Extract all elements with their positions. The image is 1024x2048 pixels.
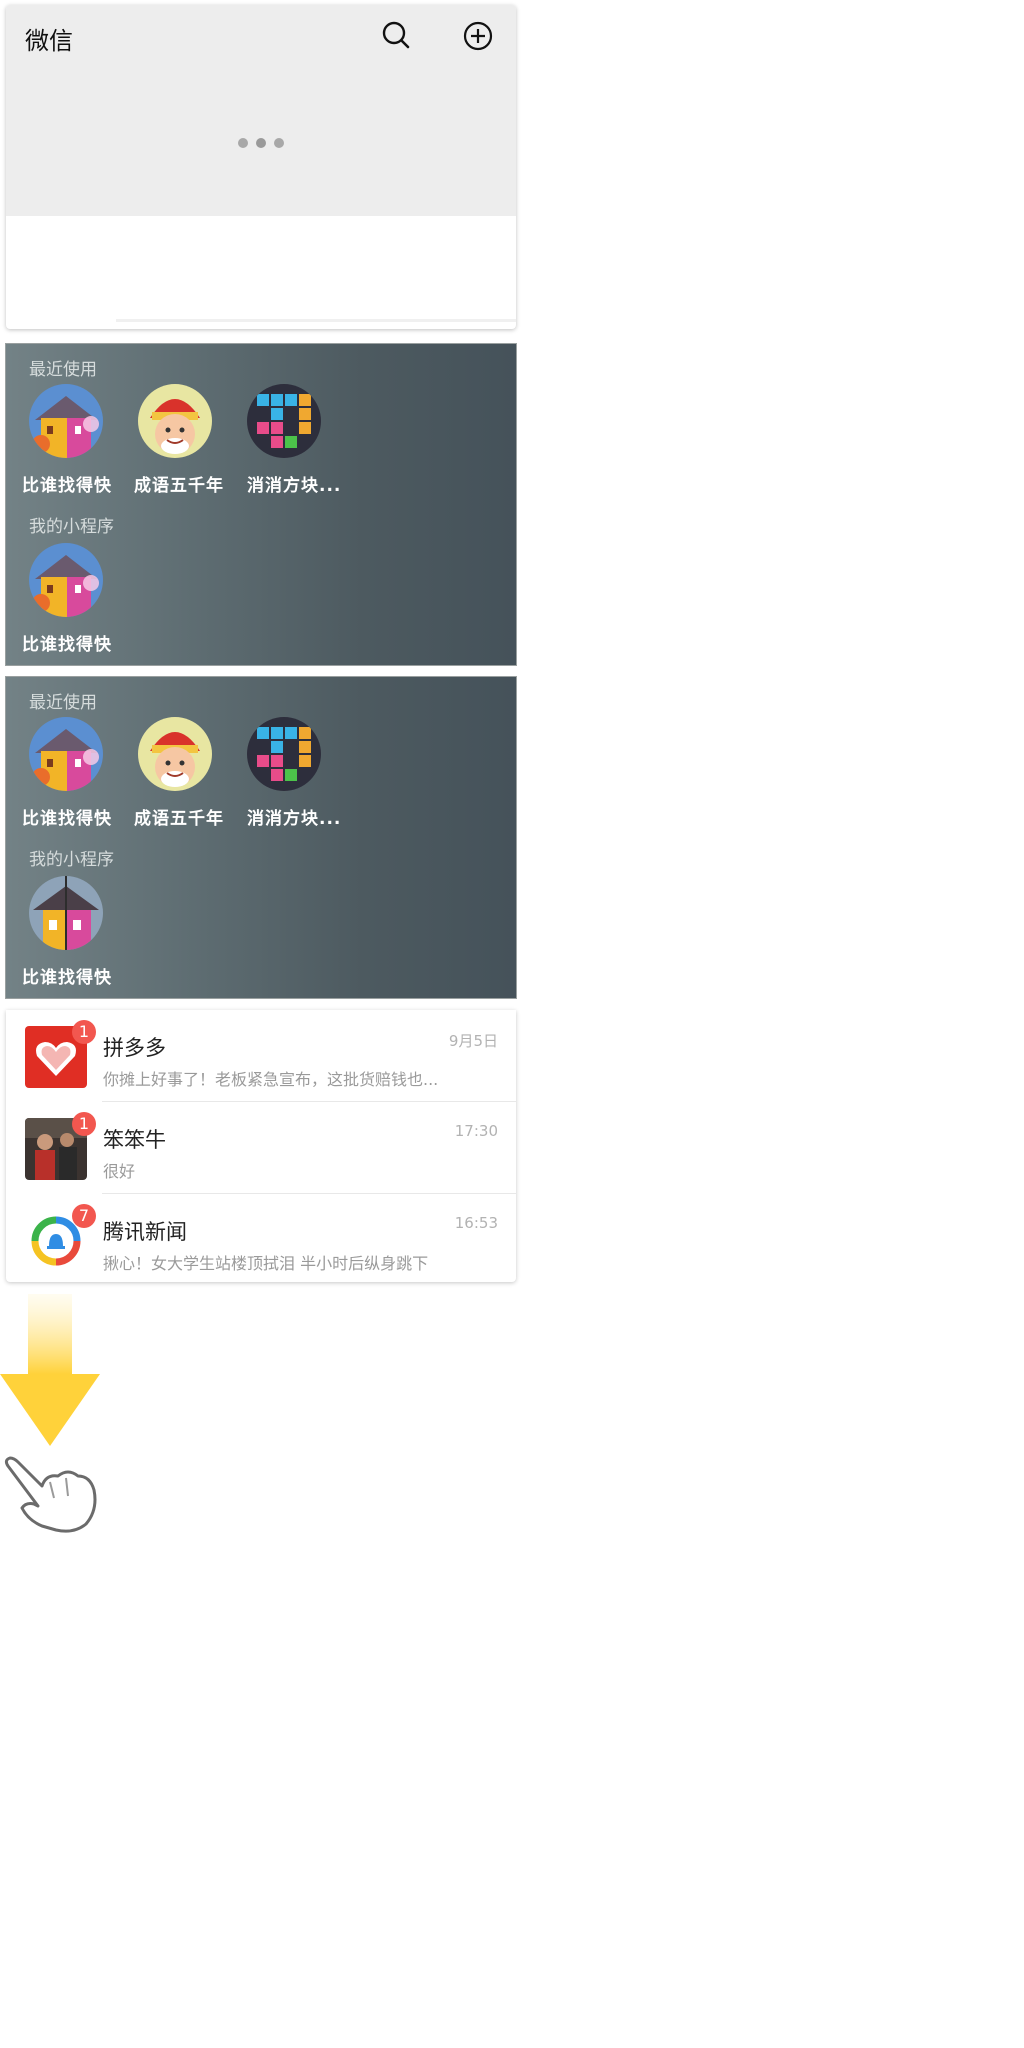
wechat-header-panel: 微信 [6, 5, 516, 329]
unread-badge: 1 [72, 1112, 96, 1136]
chat-row[interactable]: 1 拼多多 你摊上好事了！老板紧急宣布，这批货赔钱也... 9月5日 [6, 1010, 516, 1102]
mini-app-name: 比谁找得快 [22, 635, 112, 655]
search-icon[interactable] [380, 20, 412, 52]
mini-app-name: 比谁找得快 [22, 809, 112, 829]
chat-time: 9月5日 [448, 1032, 498, 1050]
block-puzzle-icon [247, 717, 321, 791]
unread-badge: 1 [72, 1020, 96, 1044]
unread-badge: 7 [72, 1204, 96, 1228]
recent-section-label: 最近使用 [29, 693, 97, 713]
mini-program-panel: 最近使用 比谁找得快 成语五千年 消消方块... 我的小程序 比谁找得快 [5, 676, 517, 999]
arrow-down-icon [0, 1294, 100, 1446]
chat-preview: 你摊上好事了！老板紧急宣布，这批货赔钱也... [103, 1070, 439, 1089]
mini-app-name: 比谁找得快 [22, 476, 112, 496]
chat-row[interactable]: 1 笨笨牛 很好 17:30 [6, 1102, 516, 1194]
my-mini-programs-label: 我的小程序 [29, 517, 114, 537]
old-man-game-icon [138, 384, 212, 458]
mini-app-name: 比谁找得快 [22, 968, 112, 988]
chat-time: 16:53 [454, 1214, 498, 1232]
chat-row[interactable]: 7 腾讯新闻 揪心！女大学生站楼顶拭泪 半小时后纵身跳下 16:53 [6, 1194, 516, 1282]
my-mini-programs-label: 我的小程序 [29, 850, 114, 870]
old-man-game-icon [138, 717, 212, 791]
plus-circle-icon[interactable] [462, 20, 494, 52]
pull-down-area [6, 5, 516, 216]
mini-app-name: 消消方块... [247, 476, 342, 496]
house-game-icon [29, 717, 103, 791]
chat-name: 腾讯新闻 [103, 1220, 187, 1244]
chat-time: 17:30 [454, 1122, 498, 1140]
house-game-icon [29, 384, 103, 458]
chat-preview: 揪心！女大学生站楼顶拭泪 半小时后纵身跳下 [103, 1254, 429, 1273]
chat-name: 拼多多 [103, 1036, 166, 1060]
chat-list: 1 拼多多 你摊上好事了！老板紧急宣布，这批货赔钱也... 9月5日 1 笨笨牛… [6, 1010, 516, 1282]
mini-app-name: 成语五千年 [134, 476, 224, 496]
pointing-hand-icon [4, 1456, 97, 1533]
block-puzzle-icon [247, 384, 321, 458]
house-game-icon [29, 876, 103, 950]
mini-app-name: 成语五千年 [134, 809, 224, 829]
chat-preview: 很好 [103, 1162, 136, 1181]
chat-name: 笨笨牛 [103, 1128, 166, 1152]
app-title: 微信 [25, 27, 73, 55]
mini-program-panel: 最近使用 比谁找得快 成语五千年 消消方块... 我的小程序 比谁找得快 [5, 343, 517, 666]
divider [116, 319, 516, 322]
house-game-icon [29, 543, 103, 617]
mini-app-name: 消消方块... [247, 809, 342, 829]
recent-section-label: 最近使用 [29, 360, 97, 380]
